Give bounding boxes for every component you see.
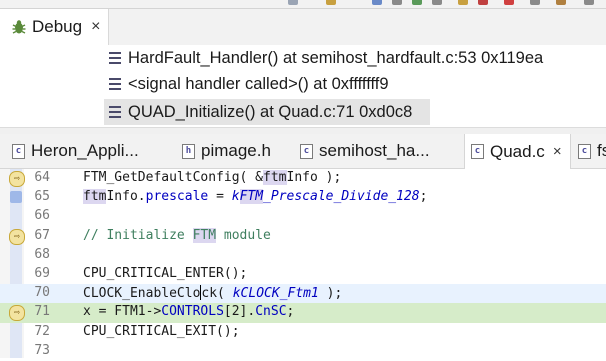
editor-tabbar: c Heron_Appli... h pimage.h c semihost_h… xyxy=(0,134,606,169)
c-file-icon: c xyxy=(12,143,25,159)
toolbar-icon[interactable] xyxy=(288,0,298,5)
line-number: 66 xyxy=(34,208,50,224)
code-line[interactable]: 66 xyxy=(0,207,606,226)
tab-label: Heron_Appli... xyxy=(31,141,139,160)
c-file-icon: c xyxy=(578,143,591,159)
line-number: 65 xyxy=(34,189,50,205)
stack-frame[interactable]: <signal handler called>() at 0xfffffff9 xyxy=(104,71,389,97)
tab-label: fs xyxy=(597,141,606,160)
line-number: 69 xyxy=(34,266,50,281)
toolbar-icon[interactable] xyxy=(584,0,594,5)
line-number: 73 xyxy=(34,342,50,358)
toolbar-icon[interactable] xyxy=(326,0,336,5)
toolbar-icon[interactable] xyxy=(478,0,488,5)
line-number: 71 xyxy=(34,304,50,320)
stack-frame-icon xyxy=(109,78,121,90)
stack-frame-icon xyxy=(109,52,121,64)
tab-quad-c[interactable]: c Quad.c × xyxy=(464,134,571,169)
line-number: 64 xyxy=(34,170,50,185)
stack-frame[interactable]: HardFault_Handler() at semihost_hardfaul… xyxy=(104,45,543,71)
code-text: x = FTM1->CONTROLS[2].CnSC; xyxy=(83,304,295,320)
toolbar-icon[interactable] xyxy=(556,0,566,5)
debug-stack-frames: HardFault_Handler() at semihost_hardfaul… xyxy=(0,45,606,127)
line-number: 67 xyxy=(34,227,50,243)
code-line[interactable]: ⇨ 67 // Initialize FTM module xyxy=(0,227,606,246)
tab-heron-appli[interactable]: c Heron_Appli... xyxy=(12,134,139,168)
code-line[interactable]: 69 CPU_CRITICAL_ENTER(); xyxy=(0,265,606,284)
code-line[interactable]: 72 CPU_CRITICAL_EXIT(); xyxy=(0,323,606,342)
line-number: 70 xyxy=(34,285,50,301)
tab-label: pimage.h xyxy=(201,141,271,160)
code-text: CPU_CRITICAL_EXIT(); xyxy=(83,323,240,339)
tab-semihost-ha[interactable]: c semihost_ha... xyxy=(300,134,430,168)
debug-arrow-icon: ⇨ xyxy=(9,228,25,245)
tab-debug[interactable]: Debug × xyxy=(0,9,109,45)
code-editor[interactable]: ⇨ 64 FTM_GetDefaultConfig( &ftmInfo ); 6… xyxy=(0,169,606,358)
close-icon[interactable]: × xyxy=(553,143,562,160)
code-comment: // Initialize FTM module xyxy=(83,227,271,243)
h-file-icon: h xyxy=(182,143,195,159)
code-text: ftmInfo.prescale = kFTM_Prescale_Divide_… xyxy=(83,189,428,205)
code-line[interactable]: 73 xyxy=(0,342,606,361)
stack-frame-label: <signal handler called>() at 0xfffffff9 xyxy=(128,74,389,93)
toolbar-icon[interactable] xyxy=(412,0,422,5)
code-text: CLOCK_EnableClock( kCLOCK_Ftm1 ); xyxy=(83,285,343,302)
toolbar-icon[interactable] xyxy=(458,0,468,5)
c-file-icon: c xyxy=(300,143,313,159)
toolbar-icon[interactable] xyxy=(504,0,514,5)
c-file-icon: c xyxy=(471,144,484,159)
line-number: 68 xyxy=(34,246,50,262)
debug-tab-label: Debug xyxy=(32,17,83,36)
code-text: CPU_CRITICAL_ENTER(); xyxy=(83,266,248,281)
code-line[interactable]: 68 xyxy=(0,246,606,265)
tab-fs[interactable]: c fs xyxy=(578,134,606,168)
line-number: 72 xyxy=(34,323,50,339)
code-text: FTM_GetDefaultConfig( &ftmInfo ); xyxy=(83,170,342,185)
main-toolbar xyxy=(0,0,606,8)
close-icon[interactable]: × xyxy=(91,19,100,35)
bug-icon xyxy=(12,20,26,34)
stack-frame-selected[interactable]: QUAD_Initialize() at Quad.c:71 0xd0c8 xyxy=(104,99,430,125)
current-code-line[interactable]: 70 CLOCK_EnableClock( kCLOCK_Ftm1 ); xyxy=(0,284,606,304)
tab-pimage-h[interactable]: h pimage.h xyxy=(182,134,271,168)
debug-current-line[interactable]: ⇨ 71 x = FTM1->CONTROLS[2].CnSC; xyxy=(0,303,606,323)
code-line[interactable]: 65 ftmInfo.prescale = kFTM_Prescale_Divi… xyxy=(0,188,606,207)
occurrence-marker-icon xyxy=(10,191,22,204)
toolbar-icon[interactable] xyxy=(530,0,540,5)
toolbar-icon[interactable] xyxy=(432,0,442,5)
toolbar-icon[interactable] xyxy=(392,0,402,5)
instruction-pointer-icon: ⇨ xyxy=(9,305,25,322)
stack-frame-label: QUAD_Initialize() at Quad.c:71 0xd0c8 xyxy=(128,102,413,121)
tab-label: Quad.c xyxy=(490,141,545,161)
debug-view-tabbar: Debug × xyxy=(0,9,606,45)
stack-frame-icon xyxy=(109,106,121,118)
debug-arrow-icon: ⇨ xyxy=(9,171,25,187)
toolbar-icon[interactable] xyxy=(372,0,382,5)
tab-label: semihost_ha... xyxy=(319,141,430,160)
code-line[interactable]: ⇨ 64 FTM_GetDefaultConfig( &ftmInfo ); xyxy=(0,169,606,188)
stack-frame-label: HardFault_Handler() at semihost_hardfaul… xyxy=(128,48,544,67)
